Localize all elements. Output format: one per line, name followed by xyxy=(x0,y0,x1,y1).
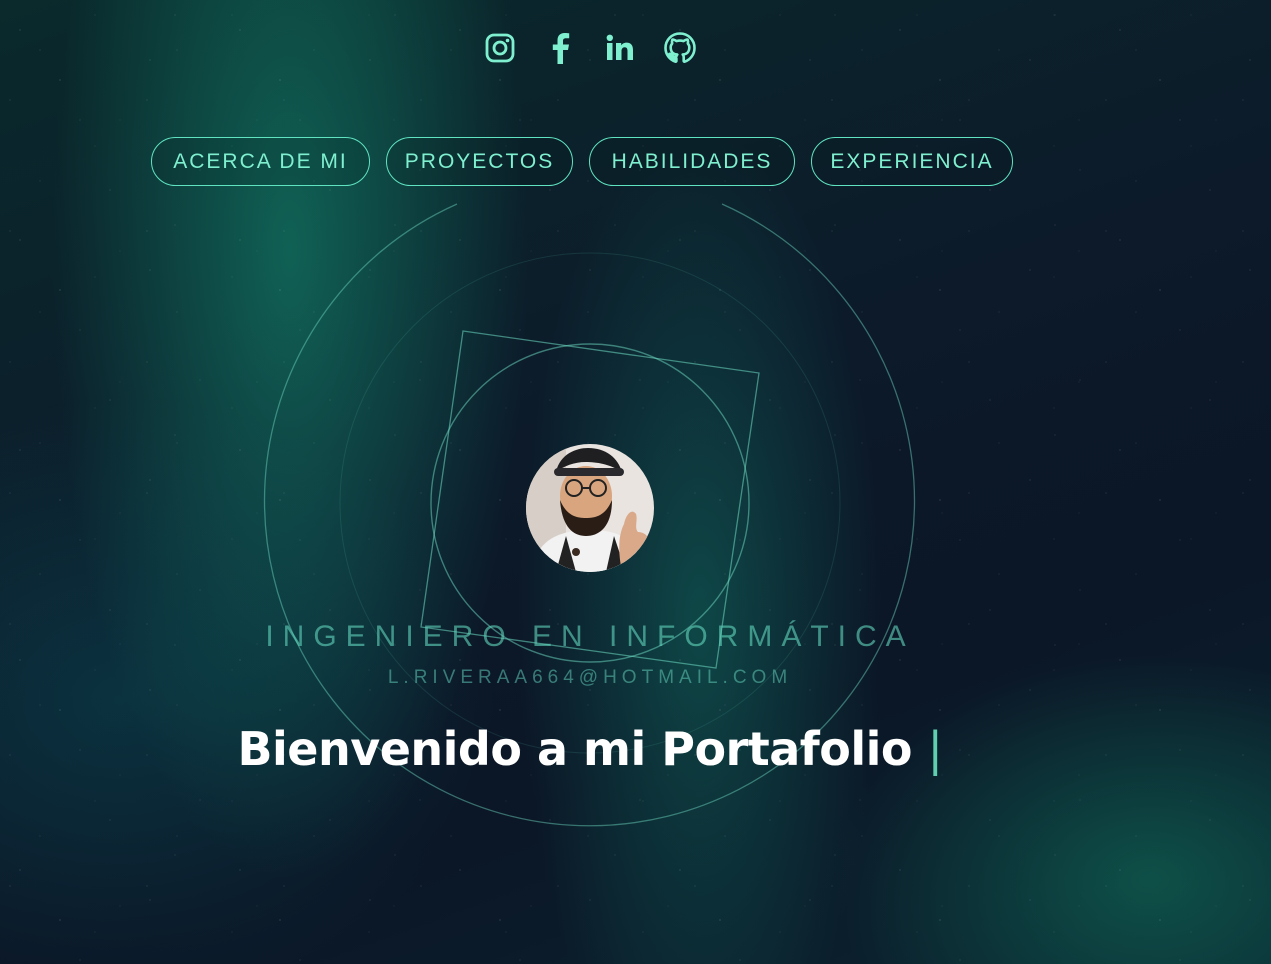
welcome-heading: Bienvenido a mi Portafolio | xyxy=(0,722,1180,776)
nav-experience-button[interactable]: EXPERIENCIA xyxy=(811,137,1013,186)
facebook-link[interactable] xyxy=(540,30,580,66)
github-link[interactable] xyxy=(660,30,700,66)
nav-projects-button[interactable]: PROYECTOS xyxy=(386,137,573,186)
avatar-photo xyxy=(526,444,654,572)
typing-cursor: | xyxy=(927,722,944,776)
main-nav: ACERCA DE MI PROYECTOS HABILIDADES EXPER… xyxy=(151,137,1013,186)
linkedin-icon xyxy=(606,34,633,60)
instagram-link[interactable] xyxy=(480,30,520,66)
social-links xyxy=(480,30,700,66)
instagram-icon xyxy=(485,33,515,63)
linkedin-link[interactable] xyxy=(600,30,640,66)
nav-about-button[interactable]: ACERCA DE MI xyxy=(151,137,370,186)
avatar xyxy=(526,444,654,572)
nav-skills-button[interactable]: HABILIDADES xyxy=(589,137,795,186)
facebook-icon xyxy=(552,33,570,64)
github-icon xyxy=(664,32,696,64)
job-title: INGENIERO EN INFORMÁTICA xyxy=(265,620,915,653)
email-address: L.RIVERAA664@HOTMAIL.COM xyxy=(387,667,793,688)
welcome-text: Bienvenido a mi Portafolio xyxy=(237,722,913,776)
